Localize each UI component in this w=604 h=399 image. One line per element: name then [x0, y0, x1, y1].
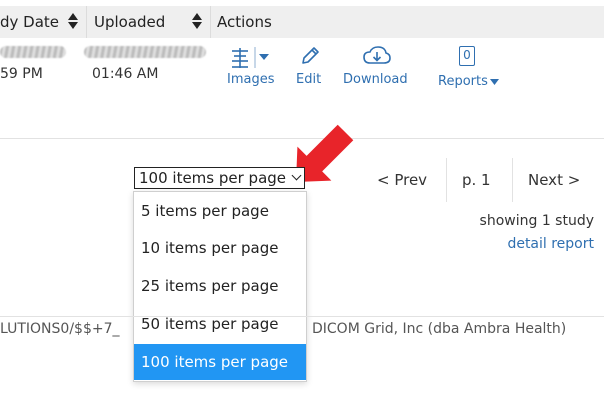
pager-divider [446, 158, 447, 202]
select-value: 100 items per page [139, 169, 287, 187]
images-button[interactable]: Images [225, 44, 283, 90]
next-button[interactable]: Next > [528, 171, 580, 189]
option-50-items[interactable]: 50 items per page [134, 306, 306, 342]
column-divider [210, 6, 211, 38]
chevron-down-icon [291, 170, 302, 181]
download-label: Download [343, 72, 408, 87]
pager-divider [512, 158, 513, 202]
pencil-icon [302, 47, 319, 64]
sort-icon[interactable] [190, 13, 204, 31]
footer-divider [0, 316, 604, 317]
option-5-items[interactable]: 5 items per page [134, 193, 306, 229]
table-header: dy Date Uploaded Actions [0, 6, 604, 38]
redacted-upload-date [84, 46, 206, 58]
redacted-study-date [0, 46, 66, 58]
option-100-items[interactable]: 100 items per page [134, 344, 306, 380]
showing-count: showing 1 study [479, 213, 594, 229]
page-indicator: p. 1 [462, 171, 491, 189]
prev-button[interactable]: < Prev [377, 171, 427, 189]
images-icon [232, 47, 269, 68]
caret-down-icon [490, 79, 499, 85]
sort-icon[interactable] [66, 13, 80, 31]
column-uploaded[interactable]: Uploaded [94, 6, 165, 38]
detail-report-link[interactable]: detail report [507, 236, 594, 252]
column-study-date[interactable]: dy Date [0, 6, 59, 38]
edit-button[interactable]: Edit [294, 44, 328, 90]
items-per-page-dropdown: 5 items per page 10 items per page 25 it… [133, 191, 307, 382]
footer-copyright: DICOM Grid, Inc (dba Ambra Health) [312, 321, 567, 337]
edit-label: Edit [296, 72, 322, 87]
cloud-download-icon [363, 46, 391, 64]
reports-button[interactable]: 0 Reports [436, 44, 504, 92]
items-per-page-select[interactable]: 100 items per page [134, 167, 305, 189]
download-button[interactable]: Download [342, 44, 414, 90]
reports-count-badge: 0 [459, 46, 475, 66]
option-25-items[interactable]: 25 items per page [134, 268, 306, 304]
images-label: Images [227, 72, 275, 87]
column-divider [86, 6, 87, 38]
footer-left-text: LUTIONS0/$$+7_ [0, 321, 120, 337]
reports-label: Reports [438, 74, 488, 89]
upload-time: 01:46 AM [92, 66, 159, 82]
option-10-items[interactable]: 10 items per page [134, 230, 306, 266]
column-actions: Actions [217, 13, 272, 31]
study-time: 59 PM [0, 66, 43, 82]
